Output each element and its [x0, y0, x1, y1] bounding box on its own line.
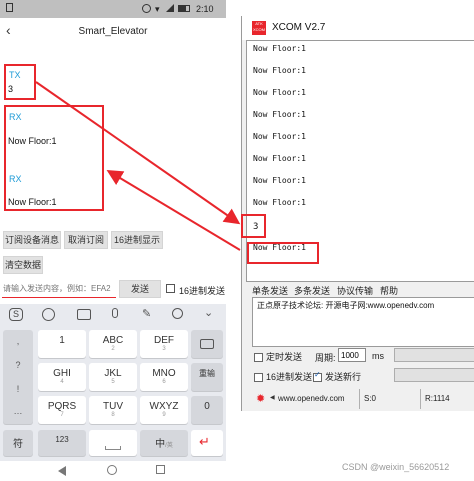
annotation-arrows [35, 81, 241, 251]
arrow-tx-to-xcom [35, 81, 241, 225]
watermark: CSDN @weixin_56620512 [342, 462, 450, 472]
